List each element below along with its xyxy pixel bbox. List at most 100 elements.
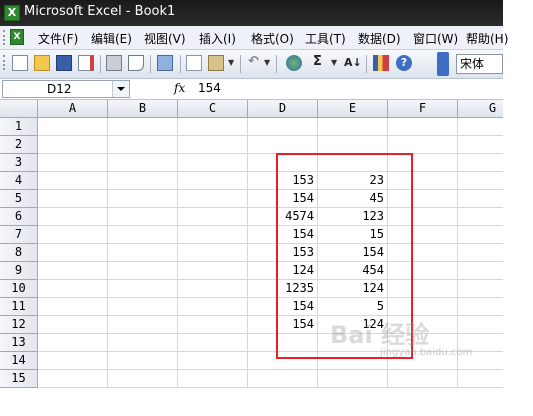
column-header-b[interactable]: B xyxy=(108,100,178,118)
menu-edit[interactable]: 编辑(E) xyxy=(91,30,132,47)
row-header-7[interactable]: 7 xyxy=(0,226,38,244)
row-header-2[interactable]: 2 xyxy=(0,136,38,154)
cell-c7[interactable] xyxy=(178,226,248,244)
help-icon[interactable]: ? xyxy=(396,55,412,71)
cell-f1[interactable] xyxy=(388,118,458,136)
menu-format[interactable]: 格式(O) xyxy=(251,30,294,47)
cell-g11[interactable] xyxy=(458,298,503,316)
cell-f4[interactable] xyxy=(388,172,458,190)
cell-g1[interactable] xyxy=(458,118,503,136)
hyperlink-icon[interactable] xyxy=(286,55,302,71)
cell-g10[interactable] xyxy=(458,280,503,298)
cell-c15[interactable] xyxy=(178,370,248,388)
cell-e5[interactable]: 45 xyxy=(318,190,388,208)
cell-e13[interactable] xyxy=(318,334,388,352)
column-header-c[interactable]: C xyxy=(178,100,248,118)
cell-c12[interactable] xyxy=(178,316,248,334)
cell-c8[interactable] xyxy=(178,244,248,262)
cell-d14[interactable] xyxy=(248,352,318,370)
cell-a1[interactable] xyxy=(38,118,108,136)
cell-d6[interactable]: 4574 xyxy=(248,208,318,226)
paste-dropdown-icon[interactable]: ▼ xyxy=(228,58,234,67)
row-header-8[interactable]: 8 xyxy=(0,244,38,262)
row-header-13[interactable]: 13 xyxy=(0,334,38,352)
cell-b9[interactable] xyxy=(108,262,178,280)
row-header-5[interactable]: 5 xyxy=(0,190,38,208)
cell-a3[interactable] xyxy=(38,154,108,172)
autosum-icon[interactable]: Σ xyxy=(313,54,322,69)
menu-insert[interactable]: 插入(I) xyxy=(199,30,236,47)
name-box[interactable]: D12 xyxy=(2,80,130,98)
cell-d5[interactable]: 154 xyxy=(248,190,318,208)
cell-d1[interactable] xyxy=(248,118,318,136)
cell-f2[interactable] xyxy=(388,136,458,154)
cell-b1[interactable] xyxy=(108,118,178,136)
cell-a15[interactable] xyxy=(38,370,108,388)
cell-c13[interactable] xyxy=(178,334,248,352)
toolbar-grip-handle[interactable] xyxy=(3,55,8,70)
open-icon[interactable] xyxy=(34,55,50,71)
cell-f5[interactable] xyxy=(388,190,458,208)
row-header-11[interactable]: 11 xyxy=(0,298,38,316)
cell-g2[interactable] xyxy=(458,136,503,154)
cell-f12[interactable] xyxy=(388,316,458,334)
cell-a12[interactable] xyxy=(38,316,108,334)
cell-g13[interactable] xyxy=(458,334,503,352)
workbook-icon[interactable]: X xyxy=(10,29,24,45)
row-header-3[interactable]: 3 xyxy=(0,154,38,172)
cell-d2[interactable] xyxy=(248,136,318,154)
cell-c3[interactable] xyxy=(178,154,248,172)
cell-c2[interactable] xyxy=(178,136,248,154)
cell-b2[interactable] xyxy=(108,136,178,154)
column-header-g[interactable]: G xyxy=(458,100,503,118)
cell-a13[interactable] xyxy=(38,334,108,352)
cell-d15[interactable] xyxy=(248,370,318,388)
cell-e2[interactable] xyxy=(318,136,388,154)
cell-b15[interactable] xyxy=(108,370,178,388)
cell-e12[interactable]: 124 xyxy=(318,316,388,334)
cell-c10[interactable] xyxy=(178,280,248,298)
cell-f15[interactable] xyxy=(388,370,458,388)
cell-g8[interactable] xyxy=(458,244,503,262)
cell-d13[interactable] xyxy=(248,334,318,352)
cell-e9[interactable]: 454 xyxy=(318,262,388,280)
cell-c11[interactable] xyxy=(178,298,248,316)
select-all-corner[interactable] xyxy=(0,100,38,118)
cell-b8[interactable] xyxy=(108,244,178,262)
cell-f3[interactable] xyxy=(388,154,458,172)
cell-g4[interactable] xyxy=(458,172,503,190)
cell-d10[interactable]: 1235 xyxy=(248,280,318,298)
cell-e10[interactable]: 124 xyxy=(318,280,388,298)
cell-b11[interactable] xyxy=(108,298,178,316)
cell-e1[interactable] xyxy=(318,118,388,136)
column-header-a[interactable]: A xyxy=(38,100,108,118)
permission-icon[interactable] xyxy=(78,55,94,71)
cell-f13[interactable] xyxy=(388,334,458,352)
cell-e8[interactable]: 154 xyxy=(318,244,388,262)
cell-e11[interactable]: 5 xyxy=(318,298,388,316)
cell-b13[interactable] xyxy=(108,334,178,352)
menu-window[interactable]: 窗口(W) xyxy=(413,30,458,47)
cell-g7[interactable] xyxy=(458,226,503,244)
row-header-12[interactable]: 12 xyxy=(0,316,38,334)
cell-f8[interactable] xyxy=(388,244,458,262)
menu-grip-handle[interactable] xyxy=(3,30,8,45)
name-box-dropdown-icon[interactable] xyxy=(112,81,129,97)
row-header-1[interactable]: 1 xyxy=(0,118,38,136)
copy-icon[interactable] xyxy=(186,55,202,71)
sort-ascending-icon[interactable]: A↓ xyxy=(344,56,362,69)
cell-c14[interactable] xyxy=(178,352,248,370)
cell-b3[interactable] xyxy=(108,154,178,172)
cell-g15[interactable] xyxy=(458,370,503,388)
cell-e4[interactable]: 23 xyxy=(318,172,388,190)
cell-b14[interactable] xyxy=(108,352,178,370)
cell-d12[interactable]: 154 xyxy=(248,316,318,334)
cell-a8[interactable] xyxy=(38,244,108,262)
menu-help[interactable]: 帮助(H) xyxy=(466,30,508,47)
cell-c4[interactable] xyxy=(178,172,248,190)
menu-data[interactable]: 数据(D) xyxy=(358,30,401,47)
cell-c6[interactable] xyxy=(178,208,248,226)
cell-g6[interactable] xyxy=(458,208,503,226)
cell-e3[interactable] xyxy=(318,154,388,172)
menu-file[interactable]: 文件(F) xyxy=(38,30,78,47)
